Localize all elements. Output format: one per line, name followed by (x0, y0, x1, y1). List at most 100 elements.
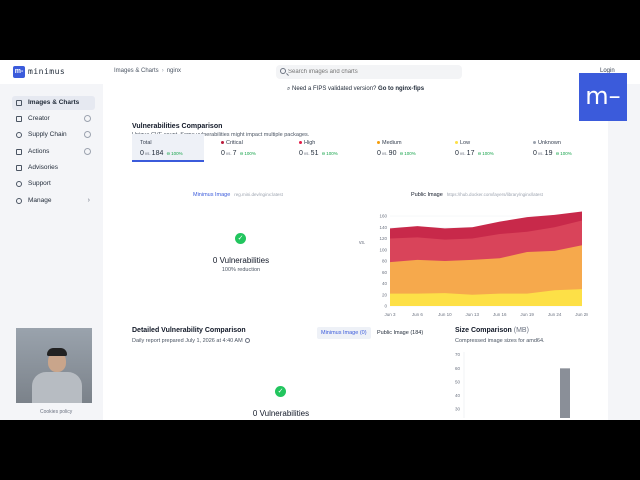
x-tick-label: Jun 28 (575, 312, 588, 317)
vs-label: vs. (459, 151, 466, 156)
y-tick-label: 40 (382, 281, 388, 286)
sidebar-item-label: Support (28, 180, 51, 187)
sidebar-item-label: Manage (28, 197, 52, 204)
y-tick-label: 140 (379, 225, 387, 230)
reduction-badge: 100% (240, 151, 256, 156)
main-content: ⌕ Need a FIPS validated version? Go to n… (103, 84, 608, 420)
sidebar-item-actions[interactable]: Actions (12, 145, 95, 159)
search-icon (280, 68, 286, 74)
cookies-policy-link[interactable]: Cookies policy (40, 409, 72, 415)
info-icon[interactable] (244, 338, 250, 344)
size-y-tick-label: 40 (455, 393, 461, 398)
breadcrumb: Images & Charts › nginx (114, 68, 181, 74)
sidebar: Images & Charts Creator Supply Chain Act… (0, 84, 101, 420)
detailed-comparison-title: Detailed Vulnerability Comparison (132, 327, 246, 334)
severity-tab-unknown[interactable]: Unknown 0vs.19100% (525, 134, 601, 162)
search-box[interactable] (276, 65, 462, 79)
shield-icon (16, 132, 22, 138)
severity-values: 0vs.90100% (377, 150, 416, 157)
sidebar-item-label: Images & Charts (28, 99, 80, 106)
breadcrumb-separator: › (161, 68, 164, 74)
search-input[interactable] (288, 67, 458, 77)
webcam-overlay (16, 328, 92, 403)
minimus-logo-mark[interactable]: m- (13, 66, 25, 78)
bolt-icon (16, 149, 22, 155)
public-count: 17 (466, 150, 475, 157)
critical-dot-icon (221, 141, 224, 145)
detailed-zero-vulnerabilities: 0 Vulnerabilities (252, 409, 310, 418)
public-image-label: Public Image https://hub.docker.com/layer… (411, 192, 543, 198)
minimus-count: 0 (377, 150, 381, 157)
lock-icon (84, 131, 91, 138)
gear-icon (16, 198, 22, 204)
reduction-text: 100% reduction (221, 267, 261, 273)
y-tick-label: 60 (382, 270, 388, 275)
size-y-tick-label: 30 (455, 407, 461, 412)
fips-banner-link[interactable]: Go to nginx-fips (378, 86, 424, 92)
severity-tab-total[interactable]: Total 0vs.184100% (132, 134, 204, 162)
vulnerabilities-comparison-title: Vulnerabilities Comparison (132, 123, 223, 130)
minimus-image-path[interactable]: reg.mini.dev/nginx:latest (234, 192, 283, 197)
vs-label: vs. (381, 151, 388, 156)
tab-public-image[interactable]: Public Image (184) (373, 327, 427, 339)
public-count: 51 (310, 150, 319, 157)
severity-tab-high[interactable]: High 0vs.51100% (291, 134, 369, 162)
x-tick-label: Jun 19 (520, 312, 534, 317)
x-tick-label: Jun 6 (412, 312, 424, 317)
severity-label: High (299, 140, 315, 146)
public-image-vulnerability-chart: 0 20 40 60 80 100 120 140 160 Jun 3 Jun 6 Jun 10 Jun… (379, 211, 588, 317)
unknown-dot-icon (533, 141, 536, 145)
minimus-logo-text[interactable]: minimus (28, 67, 65, 76)
minimus-count: 0 (299, 150, 303, 157)
public-image-path[interactable]: https://hub.docker.com/layers/library/ng… (447, 192, 543, 197)
report-date: Daily report prepared July 1, 2026 at 4:… (132, 338, 250, 344)
y-tick-label: 100 (379, 247, 387, 252)
sidebar-item-support[interactable]: Support (12, 177, 95, 191)
sidebar-item-advisories[interactable]: Advisories (12, 161, 95, 175)
browser-viewport: m- minimus Images & Charts›nginx Login I… (0, 60, 640, 420)
breadcrumb-images[interactable]: Images & Charts (114, 68, 159, 74)
sidebar-item-label: Advisories (28, 164, 58, 171)
sidebar-item-creator[interactable]: Creator (12, 112, 95, 126)
size-y-tick-label: 60 (455, 366, 461, 371)
severity-label: Low (455, 140, 470, 146)
y-tick-label: 0 (384, 304, 387, 309)
minimus-count: 0 (533, 150, 537, 157)
y-tick-label: 20 (382, 292, 388, 297)
severity-tab-low[interactable]: Low 0vs.17100% (447, 134, 525, 162)
check-circle-icon: ✓ (235, 233, 246, 244)
sidebar-item-label: Supply Chain (28, 131, 67, 138)
sidebar-item-manage[interactable]: Manage › (12, 194, 95, 208)
severity-tab-critical[interactable]: Critical 0vs.7100% (213, 134, 289, 162)
reduction-badge: 100% (321, 151, 337, 156)
severity-values: 0vs.7100% (221, 150, 256, 157)
size-bar (560, 368, 570, 418)
lock-icon (84, 148, 91, 155)
reduction-badge: 100% (555, 151, 571, 156)
check-circle-icon: ✓ (275, 386, 286, 397)
pen-icon (16, 116, 22, 122)
reduction-badge: 100% (477, 151, 493, 156)
breadcrumb-nginx: nginx (166, 68, 182, 74)
low-dot-icon (455, 141, 458, 145)
public-count: 184 (151, 150, 164, 157)
fips-banner-text: Need a FIPS validated version? (291, 86, 377, 92)
y-tick-label: 160 (379, 214, 387, 219)
size-y-tick-label: 70 (455, 352, 461, 357)
vs-label: vs. (359, 240, 366, 246)
size-comparison-subtitle: Compressed image sizes for amd64. (455, 338, 545, 344)
severity-label: Total (140, 140, 152, 146)
sidebar-item-supply-chain[interactable]: Supply Chain (12, 128, 95, 142)
y-tick-label: 120 (379, 236, 387, 241)
public-count: 19 (544, 150, 553, 157)
grid-icon (16, 100, 22, 106)
vs-label: vs. (225, 151, 232, 156)
severity-tab-medium[interactable]: Medium 0vs.90100% (369, 134, 447, 162)
severity-label: Unknown (533, 140, 561, 146)
sidebar-item-images-charts[interactable]: Images & Charts (12, 96, 95, 110)
severity-values: 0vs.51100% (299, 150, 338, 157)
vs-label: vs. (144, 151, 151, 156)
reduction-badge: 100% (399, 151, 415, 156)
tab-minimus-image[interactable]: Minimus Image (0) (317, 327, 371, 339)
help-icon (16, 181, 22, 187)
